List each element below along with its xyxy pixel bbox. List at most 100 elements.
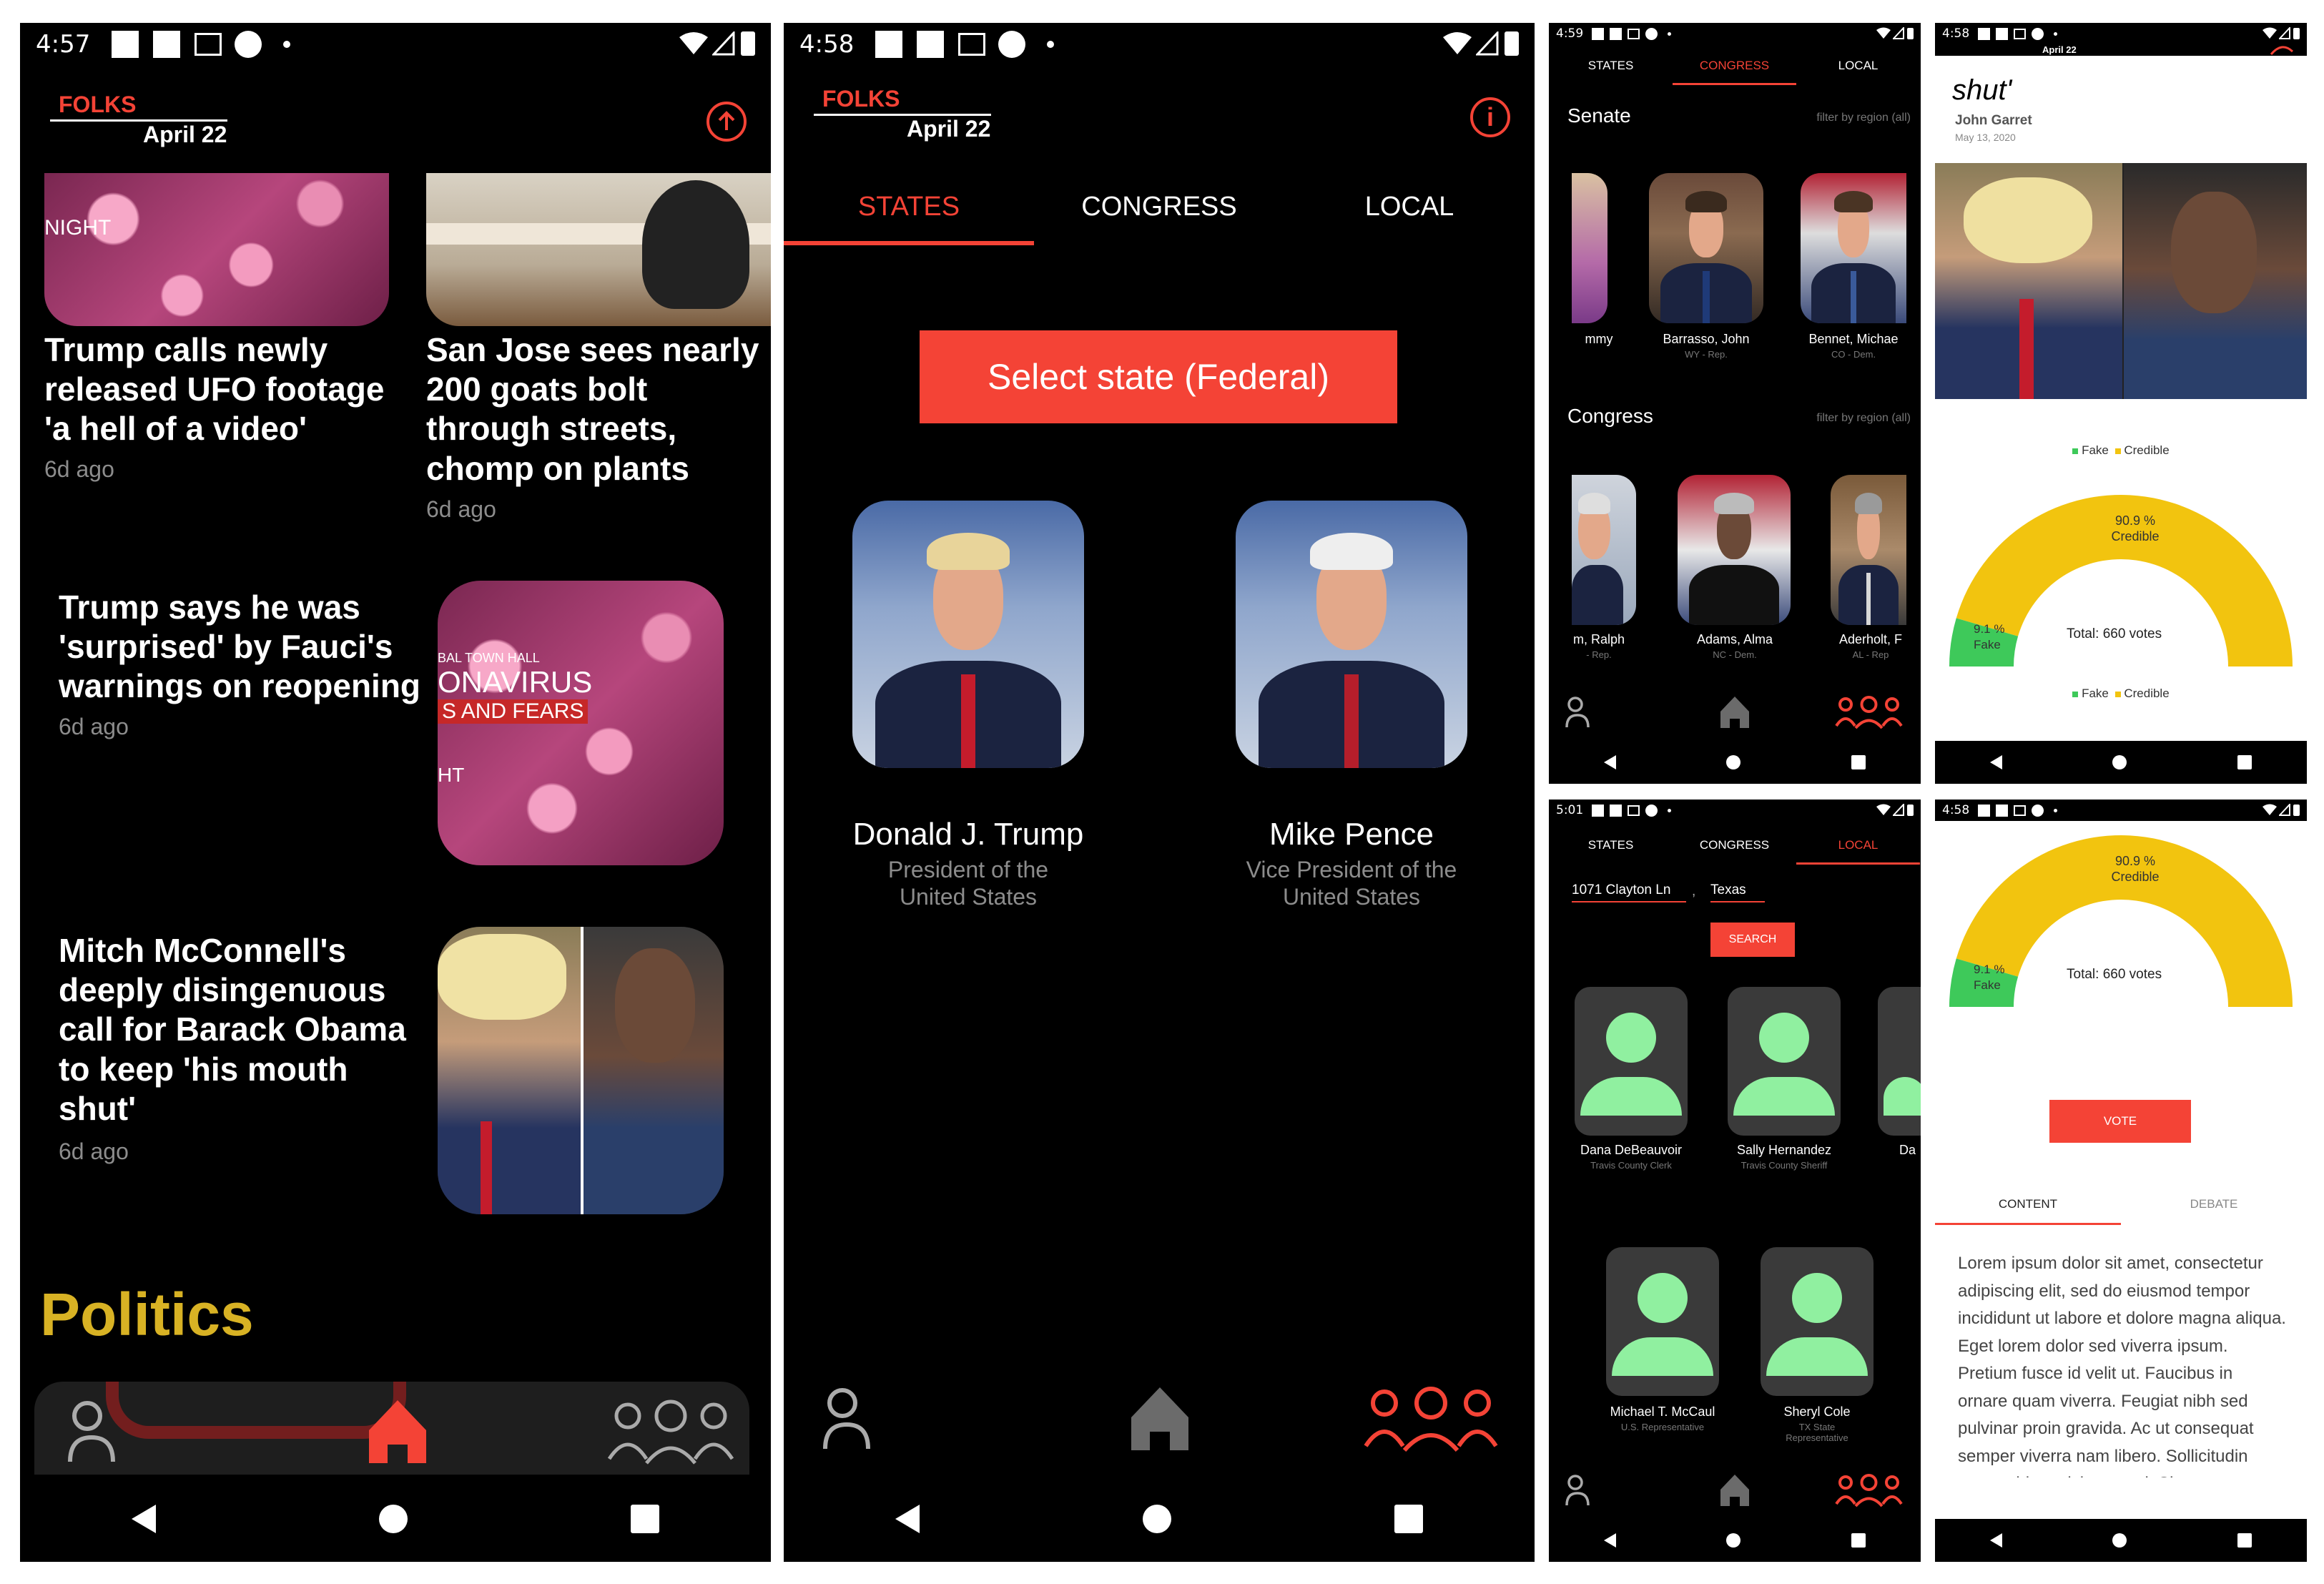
tab-local[interactable]: LOCAL <box>1796 59 1920 85</box>
person-name[interactable]: Donald J. Trump <box>812 817 1124 852</box>
senator-name[interactable]: mmy <box>1563 332 1635 347</box>
upload-icon[interactable] <box>2270 44 2294 56</box>
search-button[interactable]: SEARCH <box>1710 923 1795 957</box>
home-button[interactable] <box>2112 755 2127 769</box>
portrait-pence[interactable] <box>1236 501 1467 768</box>
tab-congress[interactable]: CONGRESS <box>1673 838 1796 865</box>
back-button[interactable] <box>895 1505 920 1533</box>
rep-portrait[interactable] <box>1572 475 1636 625</box>
list-item-age: 6d ago <box>59 714 129 739</box>
list-item-image[interactable]: BAL TOWN HALL ONAVIRUS S AND FEARS HT <box>438 581 724 865</box>
tab-local[interactable]: LOCAL <box>1284 192 1535 245</box>
phone-article-detail: 4:58 April 22 shut' John Garret May 13, … <box>1935 23 2307 784</box>
status-bar: 4:58 <box>784 23 1535 66</box>
notification-icon <box>153 31 181 58</box>
tab-congress[interactable]: CONGRESS <box>1673 59 1796 85</box>
profile-icon[interactable] <box>1563 1472 1592 1507</box>
status-time: 4:57 <box>36 30 91 59</box>
list-item-title[interactable]: Trump says he was 'surprised' by Fauci's… <box>59 588 430 707</box>
profile-icon[interactable] <box>63 1394 120 1466</box>
tab-local[interactable]: LOCAL <box>1796 838 1920 865</box>
people-icon[interactable] <box>1835 1472 1903 1507</box>
home-button[interactable] <box>1726 755 1741 769</box>
card-title[interactable]: San Jose sees nearly 200 goats bolt thro… <box>426 330 769 488</box>
recents-button[interactable] <box>1851 755 1866 769</box>
back-button[interactable] <box>1604 1533 1617 1548</box>
rep-portrait[interactable] <box>1678 475 1791 625</box>
recents-button[interactable] <box>1851 1533 1866 1548</box>
info-icon[interactable]: i <box>1470 97 1510 137</box>
rep-name[interactable]: Adams, Alma <box>1670 632 1799 647</box>
card-image[interactable] <box>426 173 771 326</box>
battery-icon <box>741 31 755 56</box>
home-button[interactable] <box>379 1505 408 1533</box>
senator-portrait[interactable] <box>1649 173 1763 323</box>
official-role: U.S. Representative <box>1620 1422 1705 1432</box>
congress-filter[interactable]: filter by region (all) <box>1816 412 1911 425</box>
address-input[interactable]: 1071 Clayton Ln <box>1572 882 1686 902</box>
official-avatar[interactable] <box>1761 1247 1874 1396</box>
gauge-credible-pct: 90.9 % <box>2114 513 2156 528</box>
home-icon[interactable] <box>1718 1472 1752 1507</box>
people-icon[interactable] <box>1835 694 1903 729</box>
home-button[interactable] <box>2112 1533 2127 1548</box>
tab-bar: CONTENT DEBATE <box>1935 1197 2307 1225</box>
home-button[interactable] <box>1726 1533 1741 1548</box>
rep-name[interactable]: m, Ralph <box>1556 632 1642 647</box>
senator-name[interactable]: Bennet, Michae <box>1789 332 1918 347</box>
people-icon[interactable] <box>1363 1382 1499 1453</box>
wifi-icon <box>1443 32 1472 54</box>
portrait-trump[interactable] <box>852 501 1084 768</box>
tab-states[interactable]: STATES <box>1549 59 1673 85</box>
recents-button[interactable] <box>2237 1533 2252 1548</box>
legend-fake-swatch <box>2072 692 2079 697</box>
home-icon[interactable] <box>1718 694 1752 729</box>
official-avatar[interactable] <box>1878 987 1921 1136</box>
official-name[interactable]: Da <box>1878 1143 1921 1158</box>
card-title[interactable]: Trump calls newly released UFO footage '… <box>44 330 402 449</box>
tab-content[interactable]: CONTENT <box>1935 1197 2121 1225</box>
gauge-credible-label: Credible <box>2111 870 2160 884</box>
list-item-title[interactable]: Mitch McConnell's deeply disingenuous ca… <box>59 931 430 1128</box>
official-name[interactable]: Michael T. McCaul <box>1587 1405 1738 1420</box>
tab-congress[interactable]: CONGRESS <box>1034 192 1284 245</box>
official-name[interactable]: Sally Hernandez <box>1709 1143 1859 1158</box>
mail-icon <box>2014 28 2027 39</box>
official-name[interactable]: Sheryl Cole <box>1742 1405 1892 1420</box>
official-avatar[interactable] <box>1728 987 1841 1136</box>
tab-states[interactable]: STATES <box>1549 838 1673 865</box>
senator-portrait[interactable] <box>1572 173 1607 323</box>
people-icon[interactable] <box>606 1394 735 1466</box>
thumb-caption: ONAVIRUS <box>438 665 593 699</box>
tab-states[interactable]: STATES <box>784 192 1034 245</box>
senate-filter[interactable]: filter by region (all) <box>1816 112 1911 124</box>
official-avatar[interactable] <box>1575 987 1688 1136</box>
back-button[interactable] <box>132 1505 156 1533</box>
profile-icon[interactable] <box>1563 694 1592 729</box>
senator-name[interactable]: Barrasso, John <box>1642 332 1771 347</box>
list-item-image[interactable] <box>438 927 724 1214</box>
back-button[interactable] <box>1604 755 1617 769</box>
signal-icon <box>1893 804 1904 816</box>
senator-portrait[interactable] <box>1801 173 1906 323</box>
person-name[interactable]: Mike Pence <box>1196 817 1507 852</box>
profile-icon[interactable] <box>818 1382 875 1453</box>
upload-icon[interactable] <box>706 102 747 142</box>
back-button[interactable] <box>1990 755 2003 769</box>
official-avatar[interactable] <box>1606 1247 1719 1396</box>
rep-name[interactable]: Aderholt, F <box>1821 632 1921 647</box>
recents-button[interactable] <box>1394 1505 1423 1533</box>
official-name[interactable]: Dana DeBeauvoir <box>1556 1143 1706 1158</box>
state-input[interactable]: Texas <box>1710 882 1765 902</box>
vote-button[interactable]: VOTE <box>2049 1100 2191 1143</box>
back-button[interactable] <box>1990 1533 2003 1548</box>
recents-button[interactable] <box>631 1505 659 1533</box>
select-state-button[interactable]: Select state (Federal) <box>920 330 1397 423</box>
home-button[interactable] <box>1143 1505 1171 1533</box>
rep-portrait[interactable] <box>1831 475 1906 625</box>
home-icon[interactable] <box>1126 1382 1194 1453</box>
home-icon[interactable] <box>363 1394 432 1466</box>
card-image[interactable]: NIGHT <box>44 173 389 326</box>
recents-button[interactable] <box>2237 755 2252 769</box>
tab-debate[interactable]: DEBATE <box>2121 1197 2307 1225</box>
